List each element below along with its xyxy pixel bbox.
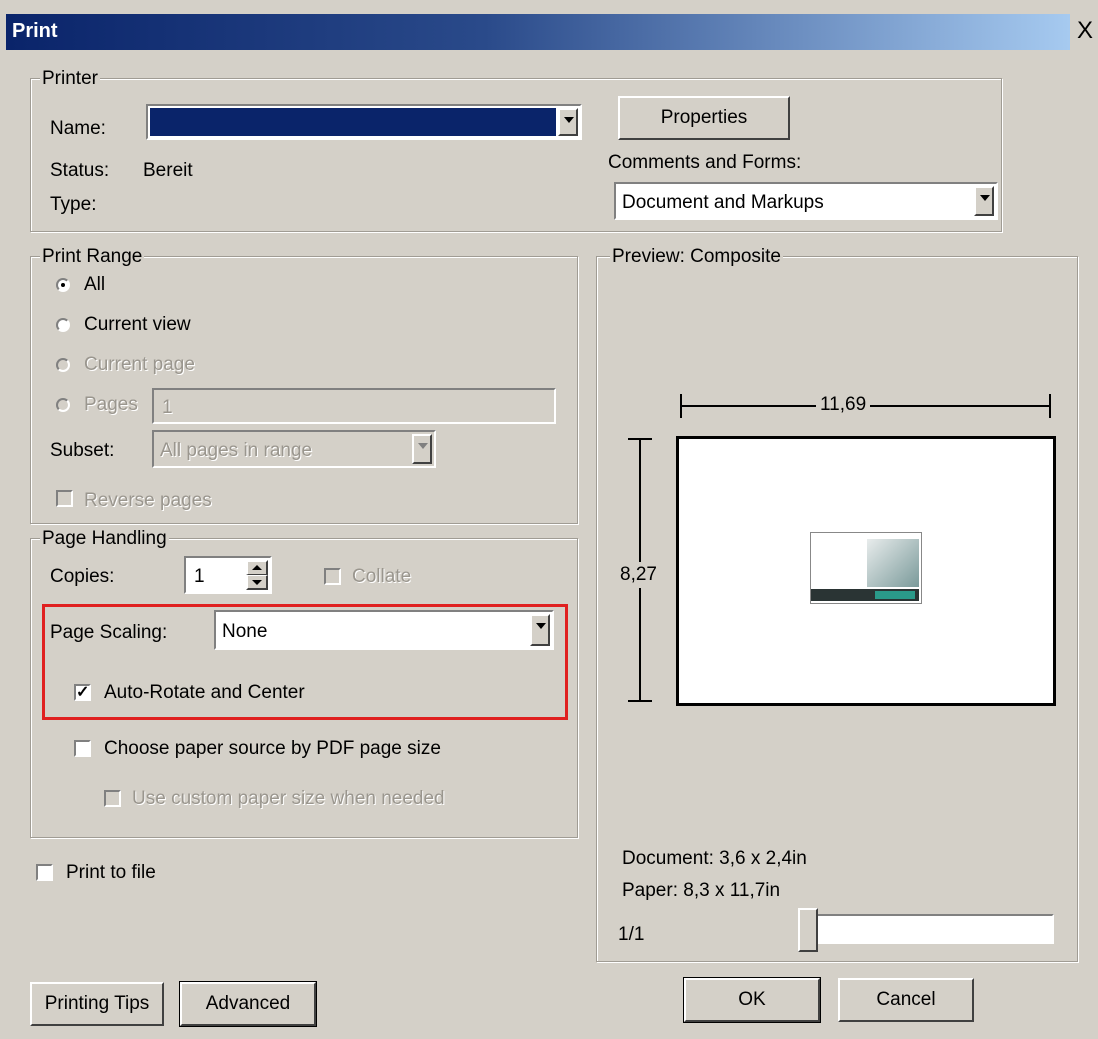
document-size: Document: 3,6 x 2,4in [622, 848, 807, 869]
page-handling-group-label: Page Handling [40, 528, 169, 550]
arrow-up-icon [252, 565, 262, 570]
subset-label: Subset: [50, 440, 115, 461]
arrow-down-icon [252, 580, 262, 585]
subset-value: All pages in range [160, 440, 313, 461]
radio-current-page-label: Current page [84, 354, 195, 375]
thumbnail-image [867, 539, 919, 587]
auto-rotate-label: Auto-Rotate and Center [104, 682, 305, 703]
copies-value: 1 [194, 566, 205, 587]
thumbnail-footer-accent [875, 591, 915, 599]
pages-input[interactable]: 1 [152, 388, 556, 424]
ok-button[interactable]: OK [683, 977, 821, 1023]
stepper-down-button[interactable] [246, 575, 268, 590]
custom-paper-checkbox[interactable] [104, 790, 121, 807]
comments-forms-dropdown[interactable]: Document and Markups [614, 182, 998, 220]
radio-selected-dot [61, 283, 65, 287]
title-bar-fill [6, 14, 1070, 50]
properties-button[interactable]: Properties [618, 96, 790, 140]
paper-size: Paper: 8,3 x 11,7in [622, 880, 781, 901]
advanced-button[interactable]: Advanced [179, 981, 317, 1027]
collate-checkbox[interactable] [324, 568, 341, 585]
printer-group-label: Printer [40, 68, 100, 90]
height-tick-bottom [628, 700, 652, 702]
close-icon[interactable]: X [1075, 18, 1095, 44]
comments-forms-label: Comments and Forms: [608, 152, 802, 173]
print-range-group-label: Print Range [40, 246, 145, 268]
cancel-button[interactable]: Cancel [838, 978, 974, 1022]
page-scaling-label: Page Scaling: [50, 622, 168, 643]
print-to-file-checkbox[interactable] [36, 864, 53, 881]
subset-dropdown[interactable]: All pages in range [152, 430, 436, 468]
chevron-down-icon[interactable] [412, 434, 432, 464]
paper-source-checkbox[interactable] [74, 740, 91, 757]
height-value: 8,27 [620, 562, 657, 588]
paper-source-label: Choose paper source by PDF page size [104, 738, 441, 759]
preview-group-label: Preview: Composite [610, 246, 783, 268]
chevron-down-icon[interactable] [530, 614, 550, 646]
chevron-down-icon[interactable] [558, 108, 578, 136]
radio-current-page[interactable] [56, 358, 70, 372]
custom-paper-label: Use custom paper size when needed [132, 788, 445, 809]
auto-rotate-checkbox[interactable]: ✓ [74, 684, 91, 701]
printer-name-dropdown[interactable] [146, 104, 582, 140]
page-counter: 1/1 [618, 924, 645, 945]
page-scaling-value: None [222, 621, 268, 642]
radio-all-label: All [84, 274, 106, 295]
radio-pages[interactable] [56, 398, 70, 412]
printer-status-value: Bereit [143, 160, 193, 181]
page-slider-track[interactable] [800, 914, 1054, 944]
copies-label: Copies: [50, 566, 115, 587]
print-to-file-label: Print to file [66, 862, 156, 883]
copies-stepper[interactable]: 1 [184, 556, 272, 594]
page-slider-thumb[interactable] [798, 908, 818, 952]
printing-tips-button[interactable]: Printing Tips [30, 982, 164, 1026]
radio-pages-label: Pages [84, 394, 138, 415]
width-tick-left [680, 394, 682, 418]
printer-type-label: Type: [50, 194, 97, 215]
printer-name-selection [150, 108, 556, 136]
width-tick-right [1049, 394, 1051, 418]
chevron-down-icon[interactable] [974, 186, 994, 216]
radio-current-view-label: Current view [84, 314, 191, 335]
radio-all[interactable] [56, 278, 70, 292]
printer-name-label: Name: [50, 118, 106, 139]
collate-label: Collate [352, 566, 412, 587]
comments-forms-value: Document and Markups [622, 192, 824, 213]
page-scaling-dropdown[interactable]: None [214, 610, 554, 650]
pages-input-value: 1 [162, 397, 173, 418]
reverse-pages-label: Reverse pages [84, 490, 212, 511]
width-value: 11,69 [816, 394, 871, 416]
reverse-pages-checkbox[interactable] [56, 490, 73, 507]
document-thumbnail [810, 532, 922, 604]
printer-status-label: Status: [50, 160, 110, 181]
radio-current-view[interactable] [56, 318, 70, 332]
window-title: Print [12, 20, 58, 42]
stepper-up-button[interactable] [246, 560, 268, 575]
height-tick-top [628, 438, 652, 440]
